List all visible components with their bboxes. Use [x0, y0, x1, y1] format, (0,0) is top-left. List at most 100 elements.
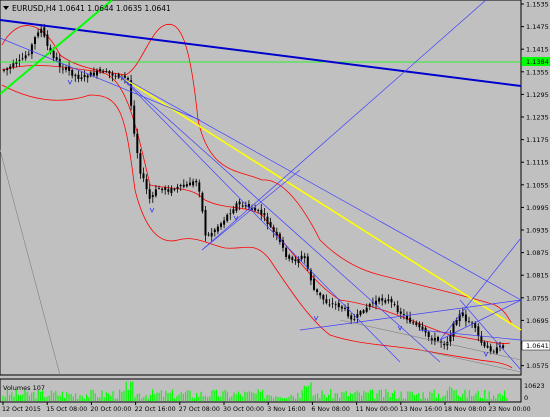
candle-body — [21, 58, 24, 60]
candle-body — [412, 322, 415, 324]
candle-body — [86, 75, 89, 78]
candle-body — [195, 180, 198, 183]
candle-body — [170, 188, 173, 194]
candle-body — [322, 295, 325, 300]
candle-body — [123, 75, 126, 78]
time-tick-label: 27 Oct 08:00 — [179, 406, 220, 413]
price-tick-label: 1.1355 — [526, 68, 549, 76]
candle-body — [492, 351, 495, 353]
volume-indicator-label: Volumes 107 — [3, 384, 45, 392]
candle-body — [24, 55, 27, 59]
candle-body — [449, 334, 452, 342]
candle-body — [502, 345, 505, 348]
candle-body — [179, 184, 182, 187]
candle-body — [154, 189, 157, 196]
candle-body — [288, 255, 291, 259]
candle-body — [285, 247, 288, 257]
candle-body — [43, 27, 46, 37]
candle-body — [409, 317, 412, 323]
candle-body — [455, 319, 458, 325]
time-tick-label: 15 Oct 08:00 — [46, 406, 87, 413]
candle-body — [421, 326, 424, 330]
candle-body — [418, 323, 421, 328]
candle-body — [148, 189, 151, 199]
candle-body — [61, 68, 64, 70]
price-tick-label: 1.1115 — [526, 159, 549, 167]
candle-body — [176, 186, 179, 190]
time-tick-label: 11 Nov 00:00 — [356, 406, 398, 413]
candle-body — [381, 298, 384, 301]
candle-body — [303, 256, 306, 259]
time-tick-label: 3 Nov 16:00 — [267, 406, 305, 413]
candle-body — [173, 189, 176, 191]
price-tick-label: 1.1295 — [526, 91, 549, 99]
candle-body — [319, 292, 322, 296]
candle-body — [415, 322, 418, 326]
candle-body — [74, 74, 77, 76]
candle-body — [30, 44, 33, 55]
candle-body — [229, 213, 232, 215]
price-tick-label: 1.1415 — [526, 46, 549, 54]
time-tick-label: 23 Nov 00:00 — [488, 406, 530, 413]
candle-body — [399, 311, 402, 314]
candle-body — [34, 37, 36, 44]
candle-body — [127, 77, 129, 80]
candle-body — [254, 207, 257, 211]
main-plot-area[interactable] — [0, 0, 522, 376]
candle-body — [226, 214, 229, 221]
current-price-value: 1.0641 — [526, 342, 549, 350]
price-axis: 1.1535 1.1475 1.1415 1.1355 1.1295 1.1235 1.11… — [521, 1, 549, 370]
candle-body — [151, 195, 154, 198]
candle-body — [489, 346, 492, 352]
chart-window: EURUSD,H4 1.0641 1.0644 1.0635 1.0641 1.… — [0, 0, 550, 413]
candle-body — [223, 220, 226, 225]
chart-canvas[interactable]: EURUSD,H4 1.0641 1.0644 1.0635 1.0641 1.… — [0, 0, 550, 413]
candle-body — [185, 184, 188, 187]
candle-body — [316, 289, 319, 293]
symbol-header[interactable]: EURUSD,H4 1.0641 1.0644 1.0635 1.0641 — [3, 4, 171, 13]
time-tick-label: 30 Oct 00:00 — [223, 406, 264, 413]
price-tick-label: 1.0875 — [526, 249, 549, 257]
time-tick-label: 20 Oct 00:00 — [90, 406, 131, 413]
symbol-header-text: EURUSD,H4 1.0641 1.0644 1.0635 1.0641 — [12, 4, 171, 13]
horizontal-line-label: 1.1384 — [522, 57, 550, 66]
candle-body — [117, 74, 120, 78]
candle-body — [393, 304, 396, 305]
candle-body — [204, 209, 207, 236]
current-price-label: 1.0641 — [521, 340, 550, 351]
volume-tick-zero: 0 — [524, 394, 528, 402]
price-tick-label: 1.1535 — [526, 1, 549, 9]
candle-body — [387, 299, 390, 301]
candle-body — [198, 182, 201, 192]
candle-body — [464, 314, 467, 322]
candle-body — [365, 307, 368, 312]
candle-body — [52, 50, 55, 59]
time-tick-label: 12 Oct 2015 — [2, 406, 41, 413]
candle-body — [474, 323, 477, 328]
time-tick-label: 6 Nov 08:00 — [311, 406, 349, 413]
candle-body — [96, 70, 98, 76]
candle-body — [142, 173, 145, 179]
candle-body — [241, 205, 244, 207]
candle-body — [344, 308, 346, 309]
price-tick-label: 1.0935 — [526, 227, 549, 235]
candle-body — [384, 300, 387, 303]
candle-body — [145, 178, 148, 190]
candle-body — [331, 303, 334, 305]
candle-body — [92, 72, 95, 76]
candle-body — [297, 259, 300, 263]
candle-body — [495, 347, 498, 354]
candle-body — [238, 201, 241, 205]
candle-body — [480, 335, 483, 343]
candle-body — [182, 184, 185, 187]
candle-body — [189, 182, 191, 186]
candle-body — [337, 303, 340, 308]
candle-body — [443, 343, 446, 346]
candle-body — [260, 209, 263, 215]
time-tick-label: 22 Oct 16:00 — [135, 406, 176, 413]
price-tick-label: 1.0695 — [526, 317, 549, 325]
candle-body — [471, 322, 474, 324]
candle-body — [220, 223, 222, 227]
candle-body — [133, 105, 136, 134]
volume-tick-max: 10623 — [524, 382, 545, 390]
